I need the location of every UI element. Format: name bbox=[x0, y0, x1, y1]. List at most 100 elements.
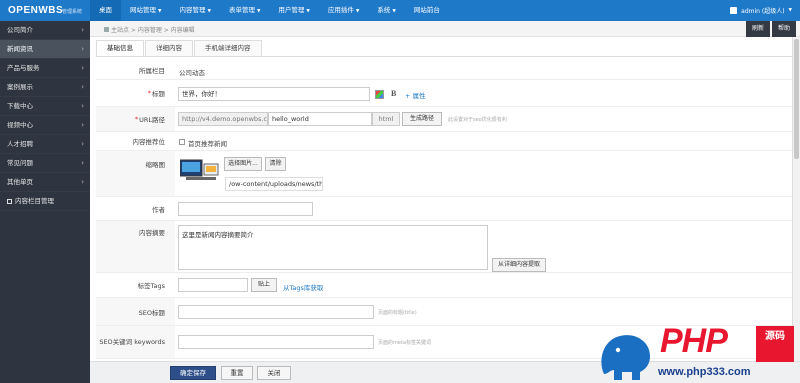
topnav-item-5[interactable]: 应用插件 ▼ bbox=[319, 0, 368, 21]
sidebar-item-column-manage[interactable]: 内容栏目管理 bbox=[0, 192, 90, 211]
watermark-badge: 源码 bbox=[756, 326, 794, 362]
title-attributes-link[interactable]: + 属性 bbox=[405, 90, 426, 100]
reset-button[interactable]: 重置 bbox=[221, 366, 253, 380]
chevron-down-icon: ▼ bbox=[256, 9, 261, 14]
sidebar-item-8[interactable]: 其他单页 › bbox=[0, 173, 90, 192]
user-name: admin (超级人) bbox=[741, 8, 785, 15]
url-hint: 此设置对于seo优化很有利 bbox=[448, 117, 507, 123]
topnav-item-label: 表单管理 bbox=[228, 6, 255, 14]
tags-library-link[interactable]: 从Tags库获取 bbox=[283, 282, 323, 292]
seo-keywords-label: SEO关键词 keywords bbox=[96, 326, 175, 358]
sidebar-item-label: 新闻资讯 bbox=[7, 45, 33, 53]
sidebar-item-5[interactable]: 视频中心 › bbox=[0, 116, 90, 135]
seo-title-label: SEO标题 bbox=[96, 298, 175, 325]
refresh-button[interactable]: 刷新 bbox=[746, 21, 770, 37]
top-navbar: OPENWBS 管理系统 桌面 网站管理 ▼ 内容管理 ▼ 表单管理 ▼ 用户管理 ▼ 应用插件 ▼… bbox=[0, 0, 800, 21]
topnav-item-label: 内容管理 bbox=[179, 6, 206, 14]
homepage-recommend-label: 首页推荐新闻 bbox=[188, 140, 227, 148]
paste-tags-button[interactable]: 贴上 bbox=[251, 278, 277, 292]
tab-divider bbox=[96, 56, 792, 57]
seo-title-hint: 页面的标题(title) bbox=[378, 310, 417, 316]
save-button[interactable]: 确定保存 bbox=[170, 366, 216, 380]
chevron-down-icon: ▼ bbox=[355, 9, 360, 14]
row-thumbnail: 缩略图 选择图片... 清除 /ow-content/uploads/news/… bbox=[96, 151, 792, 197]
sidebar-item-label: 公司简介 bbox=[7, 26, 33, 34]
sidebar-item-3[interactable]: 案例展示 › bbox=[0, 78, 90, 97]
color-picker-icon[interactable] bbox=[375, 90, 384, 99]
close-button[interactable]: 关闭 bbox=[257, 366, 291, 380]
sidebar-item-label: 案例展示 bbox=[7, 83, 33, 91]
user-icon bbox=[730, 7, 738, 14]
url-label: * URL路径 bbox=[96, 107, 175, 131]
topnav-item-label: 用户管理 bbox=[278, 6, 305, 14]
topnav-item-label: 网站管理 bbox=[130, 6, 156, 14]
sidebar-item-7[interactable]: 常见问题 › bbox=[0, 154, 90, 173]
required-mark: * bbox=[147, 89, 151, 97]
elephant-logo-icon bbox=[601, 335, 650, 380]
topnav-item-3[interactable]: 表单管理 ▼ bbox=[220, 0, 269, 21]
author-label: 作者 bbox=[152, 205, 165, 214]
choose-image-button[interactable]: 选择图片... bbox=[224, 157, 262, 171]
summary-label: 内容摘要 bbox=[96, 221, 175, 272]
topnav-item-2[interactable]: 内容管理 ▼ bbox=[170, 0, 219, 21]
thumbnail-path[interactable]: /ow-content/uploads/news/thu bbox=[225, 177, 323, 191]
chevron-down-icon: ▼ bbox=[158, 9, 162, 14]
chevron-right-icon: › bbox=[81, 140, 84, 148]
sidebar-item-1[interactable]: 新闻资讯 › bbox=[0, 40, 90, 59]
summary-textarea[interactable]: 这里是新闻内容摘要简介 bbox=[178, 225, 488, 270]
row-author: 作者 bbox=[96, 197, 792, 221]
watermark-brand: PHP bbox=[660, 322, 728, 360]
thumbnail-label: 缩略图 bbox=[96, 151, 175, 196]
clear-image-button[interactable]: 清除 bbox=[265, 157, 286, 171]
chevron-right-icon: › bbox=[81, 102, 84, 110]
tab-1[interactable]: 详细内容 bbox=[145, 40, 193, 56]
row-recommend: 内容推荐位 首页推荐新闻 bbox=[96, 132, 792, 151]
user-menu[interactable]: admin (超级人) ▼ bbox=[730, 6, 792, 15]
chevron-down-icon: ▼ bbox=[207, 9, 211, 14]
extract-summary-button[interactable]: 从详细内容提取 bbox=[492, 258, 546, 272]
required-mark: * bbox=[134, 115, 139, 123]
sidebar-item-6[interactable]: 人才招聘 › bbox=[0, 135, 90, 154]
bold-icon[interactable]: B bbox=[391, 89, 396, 98]
topnav-item-label: 桌面 bbox=[99, 6, 112, 14]
row-summary: 内容摘要 这里是新闻内容摘要简介 从详细内容提取 bbox=[96, 221, 792, 273]
topnav-item-7[interactable]: 网站前台 bbox=[405, 0, 449, 21]
topnav-item-0[interactable]: 桌面 bbox=[90, 0, 121, 21]
chevron-down-icon: ▼ bbox=[306, 9, 310, 14]
chevron-right-icon: › bbox=[81, 159, 84, 167]
url-prefix: http://v4.demo.openwbs.c bbox=[178, 112, 268, 126]
url-slug-input[interactable]: hello_world bbox=[268, 112, 372, 126]
chevron-right-icon: › bbox=[81, 83, 84, 91]
watermark: PHP 源码 www.php333.com bbox=[596, 322, 800, 383]
tags-input[interactable] bbox=[178, 278, 248, 292]
topnav-item-6[interactable]: 系统 ▼ bbox=[368, 0, 404, 21]
topnav-item-4[interactable]: 用户管理 ▼ bbox=[269, 0, 318, 21]
column-value: 公司动态 bbox=[179, 69, 205, 77]
tab-0[interactable]: 基础信息 bbox=[96, 40, 144, 56]
app-logo[interactable]: OPENWBS bbox=[8, 5, 63, 16]
row-column: 所属栏目 公司动态 bbox=[96, 61, 792, 80]
sidebar-item-label: 内容栏目管理 bbox=[15, 197, 54, 205]
tags-label: 标签Tags bbox=[137, 282, 165, 290]
sidebar-item-4[interactable]: 下载中心 › bbox=[0, 97, 90, 116]
topnav-item-label: 系统 bbox=[377, 6, 391, 14]
tab-2[interactable]: 手机端详细内容 bbox=[194, 40, 262, 56]
breadcrumb-bar: 主站点 > 内容管理 > 内容编辑 刷新 帮助 bbox=[90, 21, 800, 37]
sidebar-item-2[interactable]: 产品与服务 › bbox=[0, 59, 90, 78]
title-input[interactable]: 世界，你好！ bbox=[178, 87, 370, 101]
author-input[interactable] bbox=[178, 202, 313, 216]
sidebar-item-label: 下载中心 bbox=[7, 102, 33, 110]
seo-title-input[interactable] bbox=[178, 305, 374, 319]
scrollbar-thumb[interactable] bbox=[794, 39, 799, 159]
topnav-item-1[interactable]: 网站管理 ▼ bbox=[121, 0, 170, 21]
sidebar-item-0[interactable]: 公司简介 › bbox=[0, 21, 90, 40]
chevron-right-icon: › bbox=[81, 45, 84, 53]
generate-path-button[interactable]: 生成路径 bbox=[402, 112, 442, 126]
homepage-recommend-checkbox[interactable] bbox=[179, 139, 185, 145]
vertical-scrollbar[interactable] bbox=[792, 37, 800, 361]
help-button[interactable]: 帮助 bbox=[772, 21, 796, 37]
seo-keywords-input[interactable] bbox=[178, 335, 374, 349]
sidebar-item-label: 人才招聘 bbox=[7, 140, 33, 148]
topnav-item-label: 应用插件 bbox=[327, 6, 354, 14]
chevron-right-icon: › bbox=[81, 64, 84, 72]
